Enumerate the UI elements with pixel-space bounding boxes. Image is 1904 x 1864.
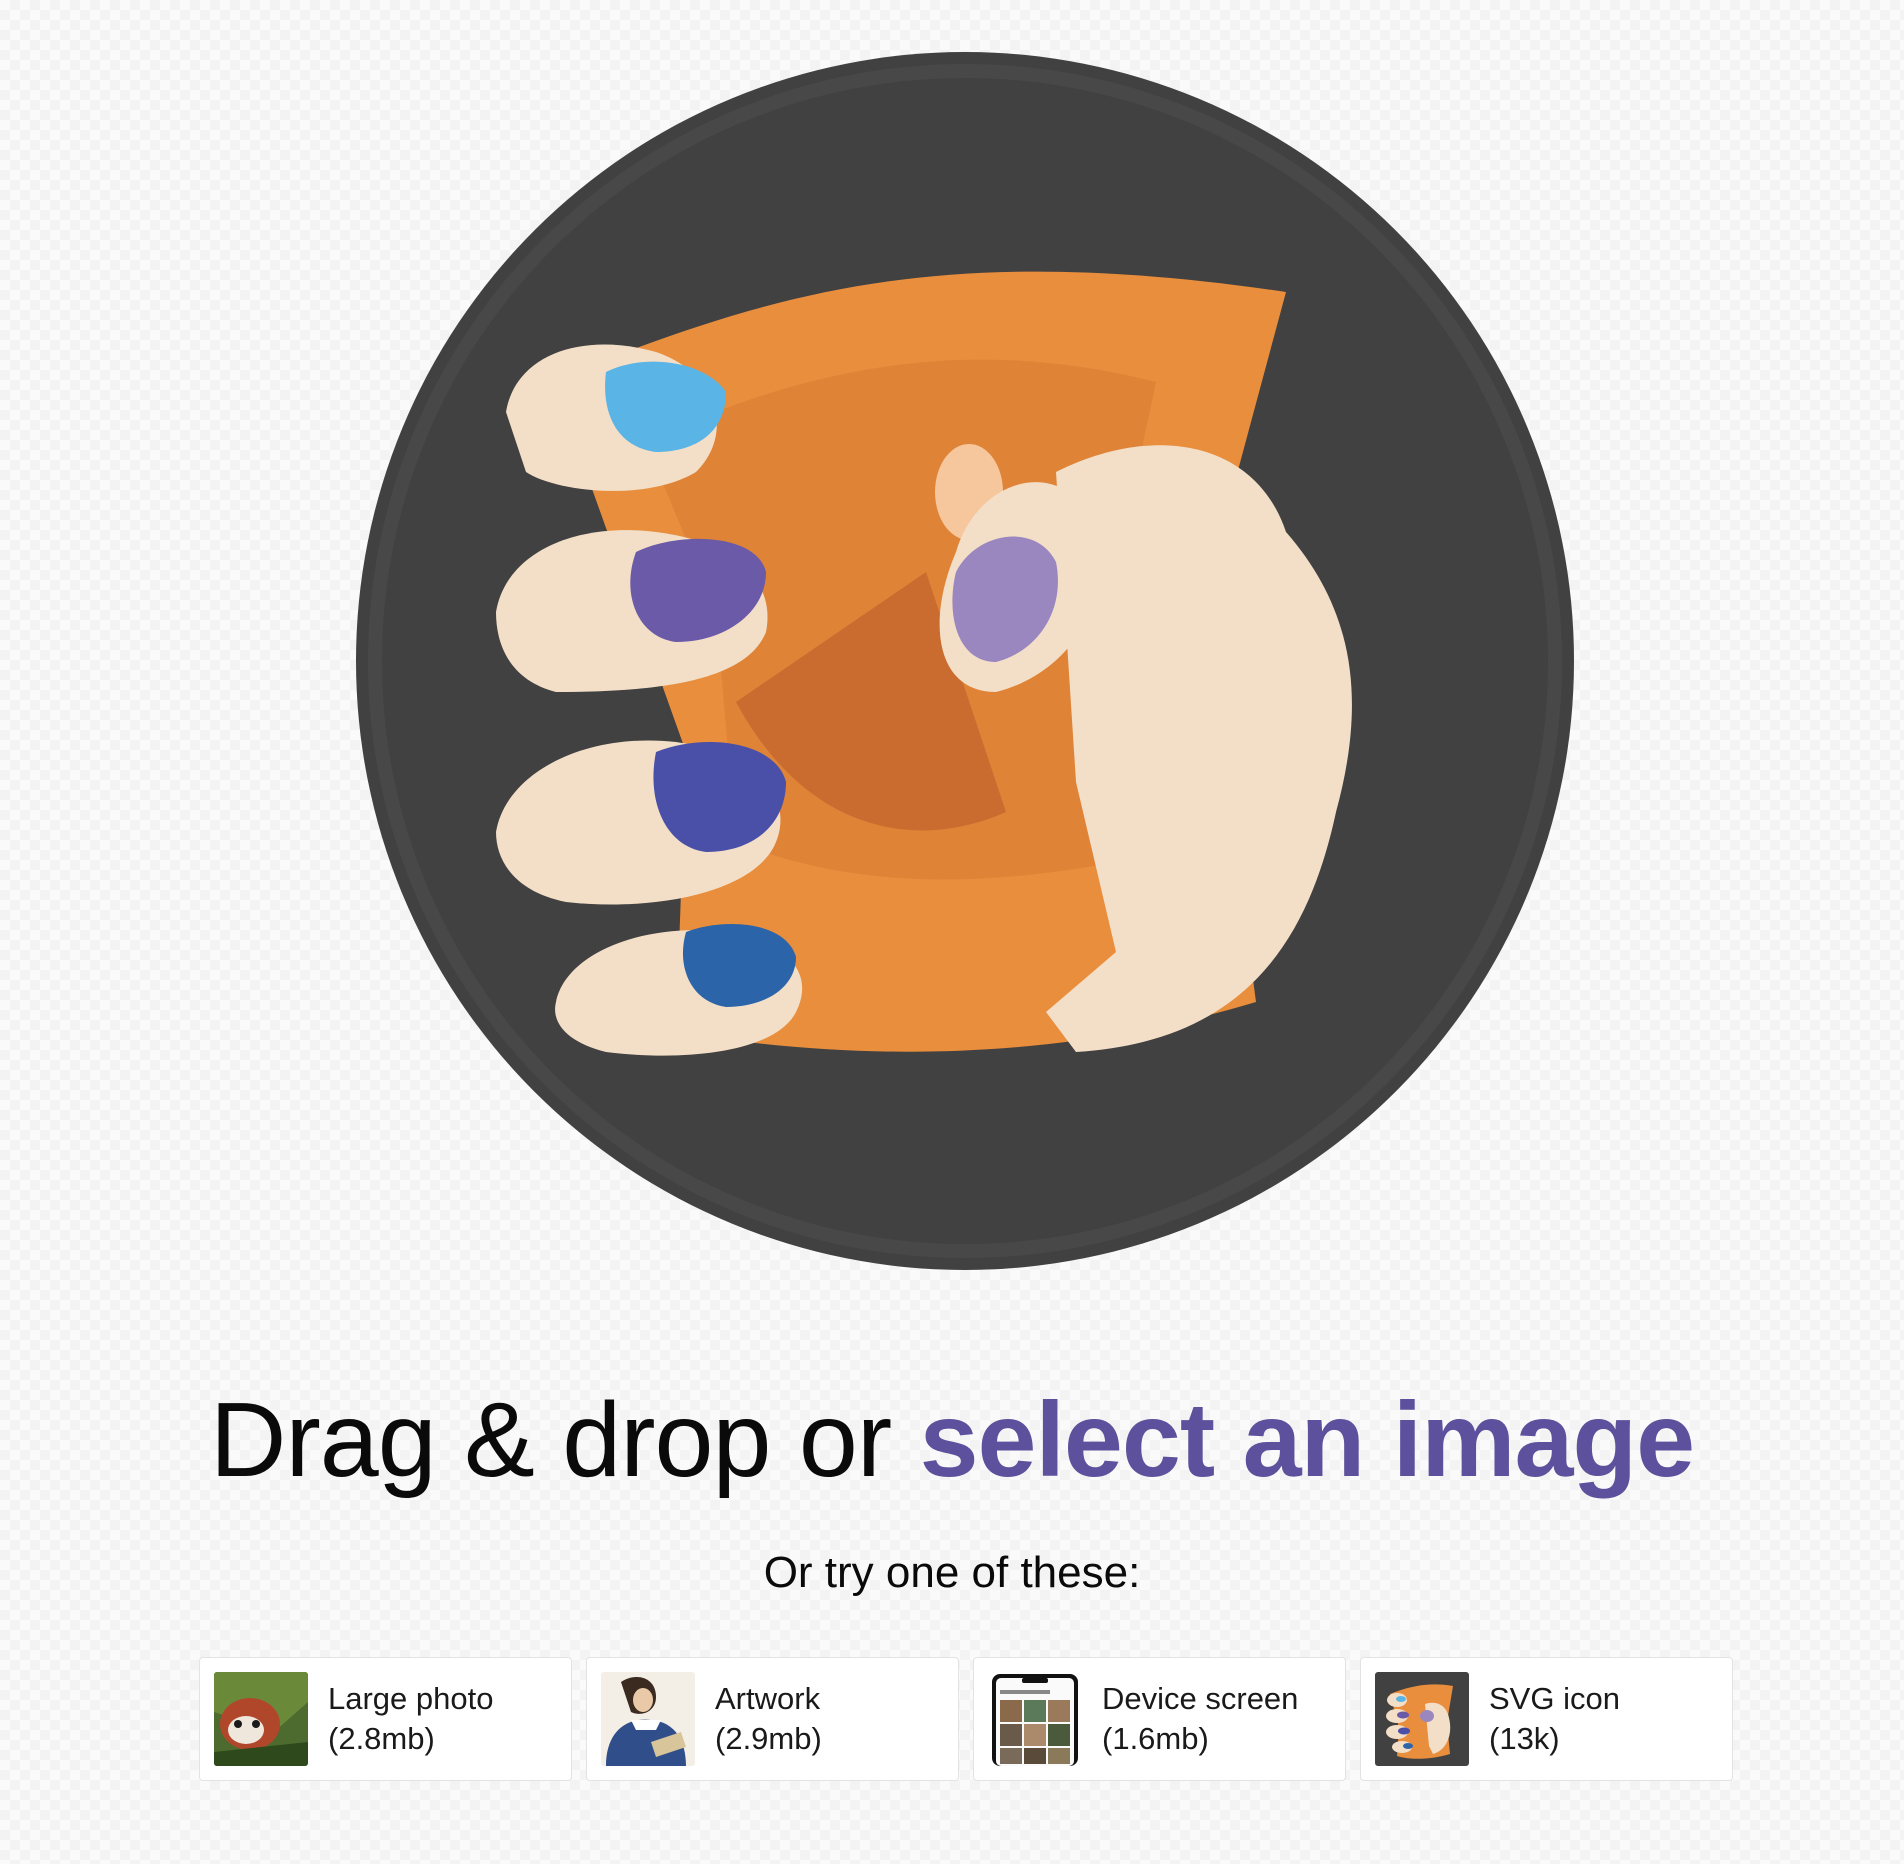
device-screen-icon: [988, 1672, 1082, 1766]
sample-prompt: Or try one of these:: [763, 1548, 1141, 1597]
sample-title: SVG icon: [1489, 1681, 1620, 1716]
sample-device-screen[interactable]: Device screen (1.6mb): [973, 1657, 1346, 1781]
sample-large-photo[interactable]: Large photo (2.8mb): [199, 1657, 572, 1781]
hero-logo: [356, 52, 1574, 1270]
sample-svg-icon[interactable]: SVG icon (13k): [1360, 1657, 1733, 1781]
squoosh-hand-logo-icon: [356, 52, 1574, 1270]
select-image-link[interactable]: select an image: [920, 1380, 1696, 1500]
sample-title: Artwork: [715, 1681, 821, 1716]
sample-artwork[interactable]: Artwork (2.9mb): [586, 1657, 959, 1781]
sample-size: (1.6mb): [1102, 1721, 1209, 1756]
headline-prefix: Drag & drop or: [209, 1381, 892, 1499]
sample-title: Large photo: [328, 1681, 494, 1716]
drop-headline: Drag & drop or select an image: [0, 1380, 1904, 1500]
svg-hand-icon: [1375, 1672, 1469, 1766]
red-panda-photo-icon: [214, 1672, 308, 1766]
artwork-painting-icon: [601, 1672, 695, 1766]
sample-title: Device screen: [1102, 1681, 1299, 1716]
sample-size: (2.8mb): [328, 1721, 435, 1756]
sample-size: (2.9mb): [715, 1721, 822, 1756]
sample-size: (13k): [1489, 1721, 1560, 1756]
sample-images-list: Large photo (2.8mb) Artwork (2.9mb) Devi…: [199, 1657, 1733, 1781]
